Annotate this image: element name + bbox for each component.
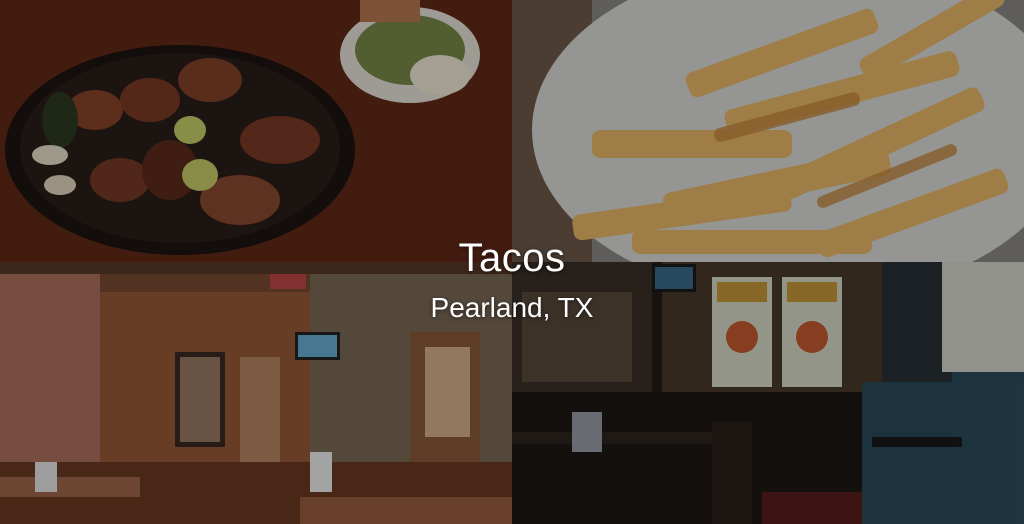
page-title: Tacos (458, 236, 566, 280)
hero-caption: Tacos Pearland, TX (0, 232, 1024, 328)
location-subtitle: Pearland, TX (430, 292, 594, 323)
fries-photo (512, 0, 1024, 262)
shrimp-skillet-photo (0, 0, 512, 262)
